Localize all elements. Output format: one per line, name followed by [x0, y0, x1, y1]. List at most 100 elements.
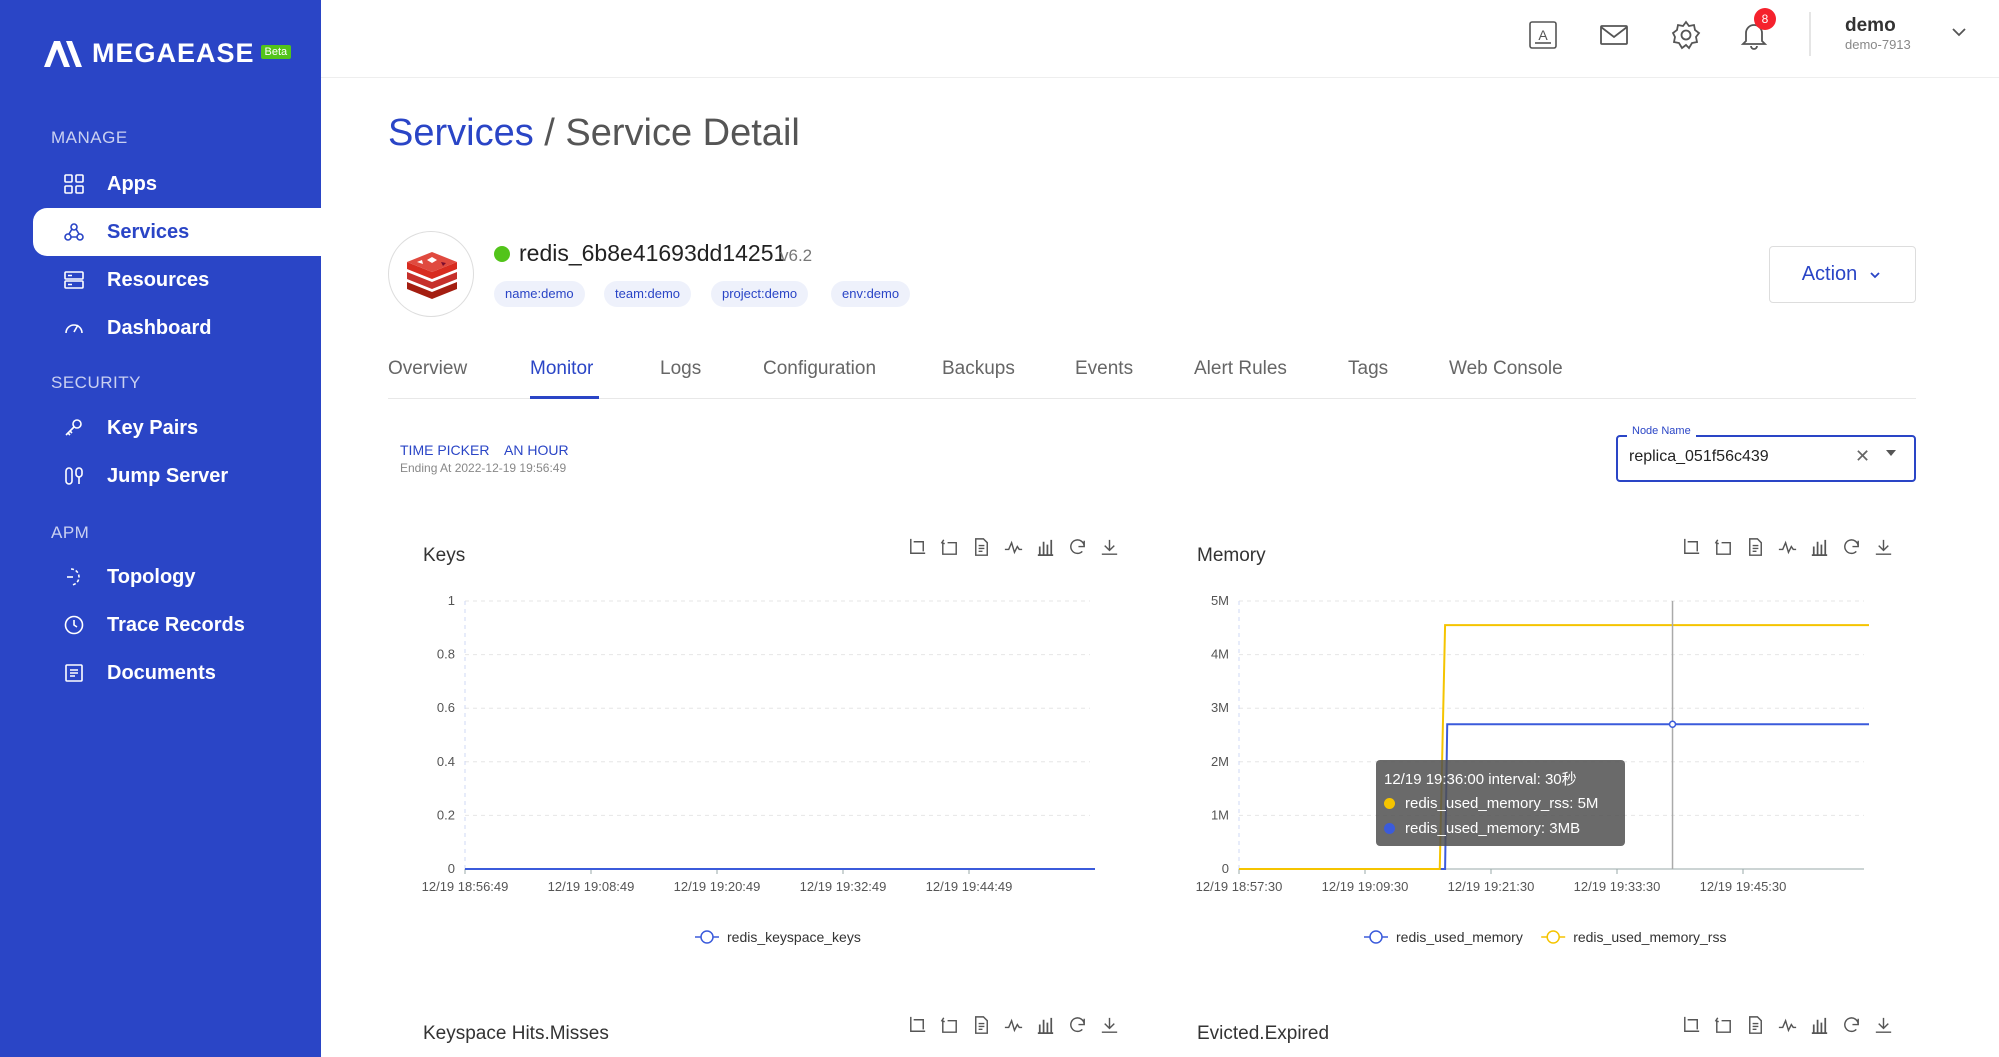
section-title-manage: MANAGE — [51, 128, 128, 147]
action-label: Action — [1801, 263, 1858, 285]
logo[interactable]: MEGAEASE Beta — [44, 38, 292, 69]
zoom-icon[interactable] — [906, 536, 929, 559]
time-picker-label[interactable]: TIME PICKER — [400, 442, 489, 458]
legend-marker — [1369, 930, 1383, 944]
sidebar-item-label: Topology — [107, 565, 196, 588]
chart-tooltip: 12/19 19:36:00 interval: 30秒 redis_used_… — [1376, 760, 1625, 846]
x-tick-label: 12/19 19:08:49 — [548, 879, 635, 894]
y-tick-label: 0.4 — [437, 754, 455, 769]
x-tick-label: 12/19 19:32:49 — [800, 879, 887, 894]
sidebar-item-jump-server[interactable]: Jump Server — [33, 452, 321, 500]
sidebar-item-services[interactable]: Services — [33, 208, 321, 256]
zoom-reset-icon[interactable] — [1712, 1014, 1735, 1037]
keys-chart[interactable]: 0 0.2 0.4 0.6 0.8 1 12/19 18:56:49 12/19 19:08:… — [400, 585, 1120, 955]
tab-events[interactable]: Events — [1075, 358, 1133, 380]
data-view-icon[interactable] — [970, 536, 993, 559]
refresh-icon[interactable] — [1066, 536, 1089, 559]
user-id: demo-7913 — [1845, 37, 1911, 52]
bar-chart-icon[interactable] — [1034, 536, 1057, 559]
legend-label[interactable]: redis_used_memory — [1396, 929, 1523, 945]
sidebar-item-label: Documents — [107, 661, 216, 684]
chart-title-memory: Memory — [1197, 545, 1266, 566]
chart-toolbox — [906, 536, 1121, 559]
notification-badge: 8 — [1754, 8, 1776, 30]
tab-logs[interactable]: Logs — [660, 358, 701, 380]
tag-chip[interactable]: project:demo — [711, 281, 809, 307]
tab-monitor[interactable]: Monitor — [530, 358, 593, 380]
y-tick-label: 2M — [1211, 754, 1229, 769]
user-name[interactable]: demo — [1845, 15, 1896, 37]
sidebar-item-documents[interactable]: Documents — [33, 649, 321, 697]
tab-tags[interactable]: Tags — [1348, 358, 1388, 380]
node-name-legend: Node Name — [1627, 425, 1696, 437]
sidebar-item-key-pairs[interactable]: Key Pairs — [33, 404, 321, 452]
document-icon — [65, 664, 83, 682]
mail-icon[interactable] — [1598, 19, 1630, 51]
tab-overview[interactable]: Overview — [388, 358, 467, 380]
tab-configuration[interactable]: Configuration — [763, 358, 876, 380]
tab-web-console[interactable]: Web Console — [1449, 358, 1563, 380]
y-tick-label: 0 — [1222, 861, 1229, 876]
download-icon[interactable] — [1872, 536, 1895, 559]
bar-chart-icon[interactable] — [1808, 1014, 1831, 1037]
download-icon[interactable] — [1098, 1014, 1121, 1037]
zoom-reset-icon[interactable] — [938, 1014, 961, 1037]
refresh-icon[interactable] — [1840, 1014, 1863, 1037]
section-title-security: SECURITY — [51, 373, 141, 392]
sidebar-item-topology[interactable]: Topology — [33, 553, 321, 601]
tooltip-row-text: redis_used_memory: 3MB — [1405, 820, 1581, 837]
chart-title-keyspace: Keyspace Hits.Misses — [423, 1023, 609, 1044]
zoom-icon[interactable] — [906, 1014, 929, 1037]
refresh-icon[interactable] — [1840, 536, 1863, 559]
legend-label[interactable]: redis_keyspace_keys — [727, 929, 861, 945]
zoom-icon[interactable] — [1680, 536, 1703, 559]
bar-chart-icon[interactable] — [1034, 1014, 1057, 1037]
tooltip-title: 12/19 19:36:00 interval: 30秒 — [1384, 771, 1577, 788]
redis-logo-icon — [407, 252, 457, 299]
sidebar-item-trace-records[interactable]: Trace Records — [33, 601, 321, 649]
zoom-reset-icon[interactable] — [938, 536, 961, 559]
y-tick-label: 1M — [1211, 807, 1229, 822]
sidebar-item-resources[interactable]: Resources — [33, 256, 321, 304]
sidebar-item-label: Jump Server — [107, 464, 229, 487]
line-chart-icon[interactable] — [1002, 1014, 1025, 1037]
data-view-icon[interactable] — [1744, 536, 1767, 559]
zoom-icon[interactable] — [1680, 1014, 1703, 1037]
tooltip-row: redis_used_memory_rss: 5M — [1384, 791, 1617, 816]
chevron-down-icon[interactable] — [1949, 22, 1969, 42]
hover-point — [1668, 720, 1677, 729]
tag-chip[interactable]: env:demo — [831, 281, 911, 307]
x-tick-label: 12/19 19:44:49 — [926, 879, 1013, 894]
tab-backups[interactable]: Backups — [942, 358, 1015, 380]
breadcrumb-separator: / — [533, 112, 566, 154]
clear-icon[interactable]: ✕ — [1855, 446, 1870, 467]
topology-icon — [67, 568, 80, 586]
gear-icon[interactable] — [1670, 19, 1702, 51]
tab-alert-rules[interactable]: Alert Rules — [1194, 358, 1287, 380]
sidebar-item-apps[interactable]: Apps — [33, 160, 321, 208]
sidebar-item-dashboard[interactable]: Dashboard — [33, 304, 321, 352]
line-chart-icon[interactable] — [1776, 1014, 1799, 1037]
breadcrumb-services-link[interactable]: Services — [388, 112, 534, 154]
data-view-icon[interactable] — [970, 1014, 993, 1037]
status-indicator — [494, 246, 510, 262]
download-icon[interactable] — [1098, 536, 1121, 559]
line-chart-icon[interactable] — [1776, 536, 1799, 559]
tag-chip[interactable]: team:demo — [604, 281, 692, 307]
data-view-icon[interactable] — [1744, 1014, 1767, 1037]
time-picker-value[interactable]: AN HOUR — [504, 442, 569, 458]
line-chart-icon[interactable] — [1002, 536, 1025, 559]
legend-label[interactable]: redis_used_memory_rss — [1573, 929, 1726, 945]
tag-chip[interactable]: name:demo — [494, 281, 585, 307]
chart-title-evicted: Evicted.Expired — [1197, 1023, 1330, 1044]
y-tick-label: 4M — [1211, 647, 1229, 662]
action-button[interactable]: Action — [1769, 246, 1916, 303]
zoom-reset-icon[interactable] — [1712, 536, 1735, 559]
translate-icon[interactable]: A — [1527, 19, 1559, 51]
caret-down-icon[interactable] — [1886, 450, 1896, 456]
chart-title-keys: Keys — [423, 545, 466, 566]
tabs-divider — [388, 398, 1916, 399]
bar-chart-icon[interactable] — [1808, 536, 1831, 559]
refresh-icon[interactable] — [1066, 1014, 1089, 1037]
download-icon[interactable] — [1872, 1014, 1895, 1037]
